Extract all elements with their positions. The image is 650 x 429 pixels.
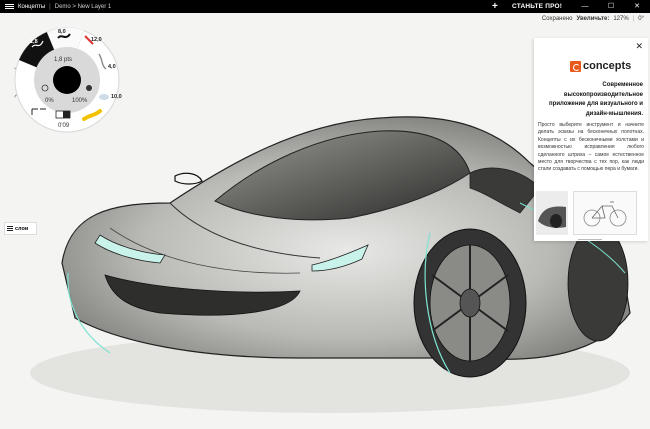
color-value[interactable]: 0'09: [58, 123, 69, 129]
layers-label: слои: [15, 225, 29, 232]
tool-3-size: 12,0: [91, 37, 102, 43]
add-button[interactable]: +: [492, 0, 498, 13]
logo-text: concepts: [583, 60, 632, 72]
layers-button[interactable]: слои: [4, 222, 37, 235]
promo-body: Просто выберите инструмент и начните дел…: [538, 122, 644, 173]
concepts-logo: concepts: [570, 60, 631, 72]
thumbnail-scrollbar[interactable]: [578, 239, 602, 240]
tool-wheel[interactable]: 1,8 8,0 12,0 4,0 10,0 1,8 pts 0% 100% 0'…: [14, 27, 122, 133]
stroke-size-value[interactable]: 1,8 pts: [54, 57, 72, 63]
tool-2-size: 8,0: [58, 29, 66, 35]
status-bar: Сохранено Увеличьте: 127% | 0°: [541, 16, 644, 22]
maximize-button[interactable]: ☐: [598, 0, 624, 13]
rotation-value[interactable]: 0°: [638, 16, 644, 22]
minimize-button[interactable]: —: [572, 0, 598, 13]
zoom-value[interactable]: 127%: [613, 16, 628, 22]
title-bar: Концепты | Demo > New Layer 1 + СТАНЬТЕ …: [0, 0, 650, 13]
menu-icon[interactable]: [5, 3, 14, 10]
layers-icon: [7, 226, 13, 231]
promo-close-button[interactable]: ✕: [635, 41, 643, 52]
concepts-logo-icon: [570, 60, 581, 72]
tool-4-size: 4,0: [108, 64, 116, 70]
smoothing-value[interactable]: 100%: [72, 98, 87, 104]
app-title: Концепты: [18, 3, 46, 10]
close-window-button[interactable]: ✕: [624, 0, 650, 13]
promo-thumbnails: [534, 191, 648, 235]
promo-headline: Современное высокопроизводительное прило…: [549, 82, 643, 117]
promo-panel: ✕ concepts Современное высокопроизводите…: [534, 38, 648, 241]
save-status: Сохранено: [541, 16, 573, 22]
tool-1-size: 1,8: [30, 39, 38, 45]
title-separator: |: [49, 3, 51, 10]
promo-thumbnail-bike[interactable]: [573, 191, 637, 235]
go-pro-button[interactable]: СТАНЬТЕ ПРО!: [512, 0, 562, 13]
zoom-label: Увеличьте:: [576, 16, 610, 22]
tool-5-size: 10,0: [111, 94, 122, 100]
opacity-value[interactable]: 0%: [45, 98, 54, 104]
promo-thumbnail-car[interactable]: [536, 191, 568, 235]
breadcrumb[interactable]: Demo > New Layer 1: [55, 4, 112, 10]
